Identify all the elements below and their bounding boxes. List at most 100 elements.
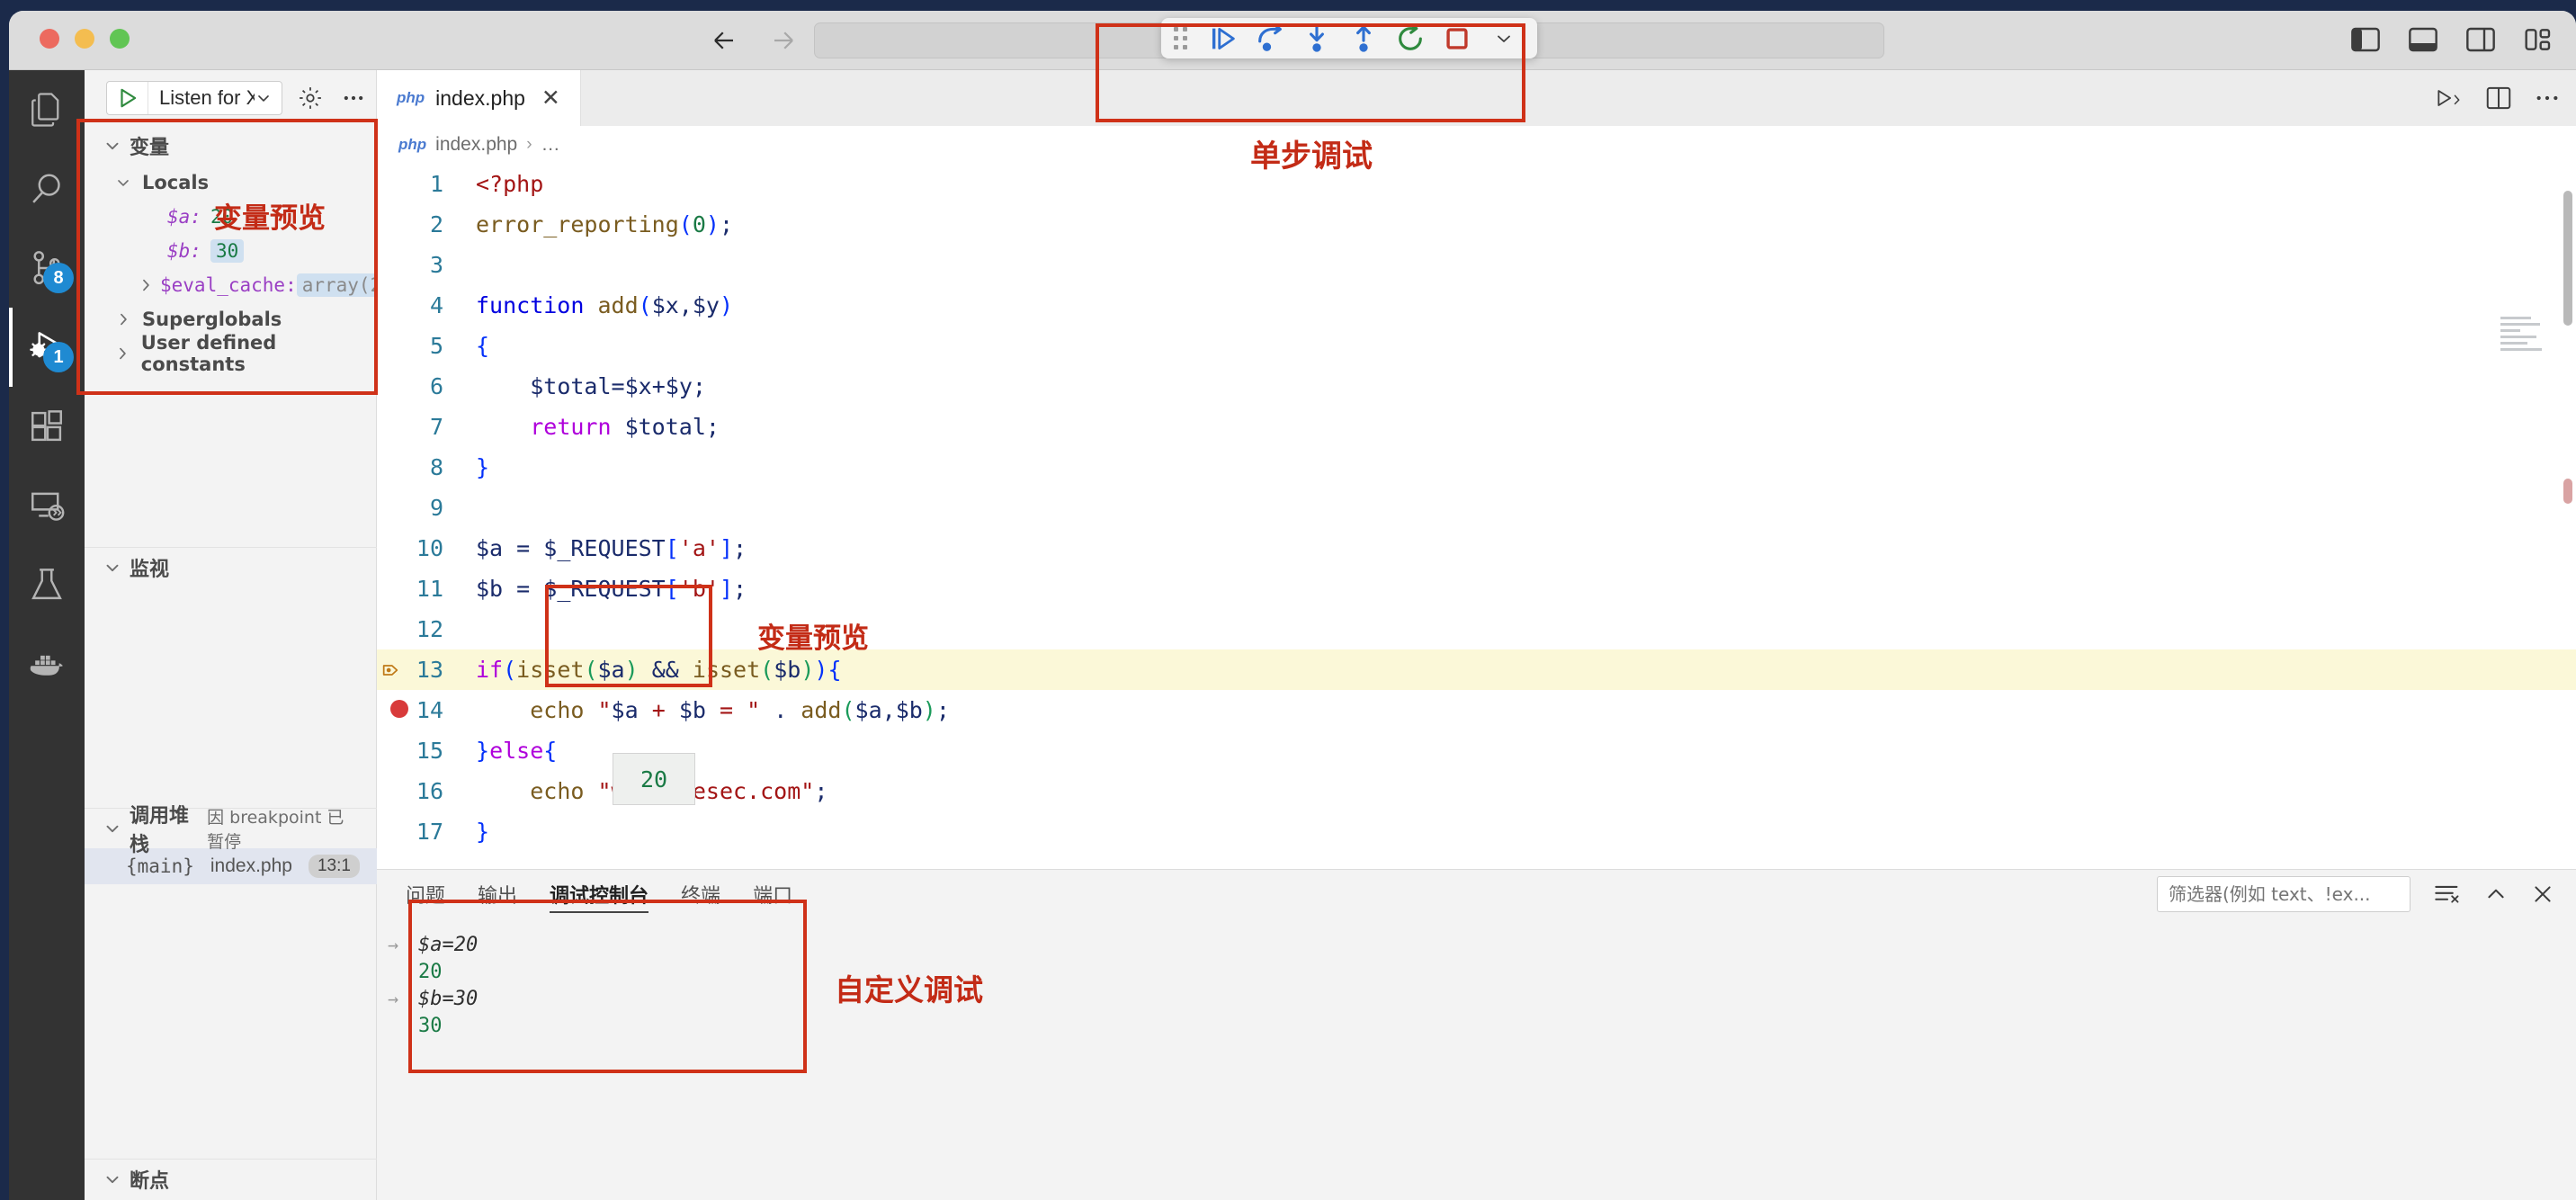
- customize-layout-icon[interactable]: [2524, 27, 2553, 52]
- chevron-right-icon: [112, 345, 134, 363]
- panel-tab-debug-console[interactable]: 调试控制台: [550, 870, 649, 918]
- code-line[interactable]: 5{: [377, 326, 2576, 366]
- scope-label-locals: Locals: [142, 172, 210, 193]
- debug-toolbar[interactable]: [1161, 18, 1537, 58]
- ellipsis-icon[interactable]: [338, 83, 369, 113]
- variable-row-eval-cache[interactable]: $eval_cache: array(2): [85, 268, 398, 302]
- line-number: 6: [429, 373, 443, 399]
- debug-more-actions-icon[interactable]: [1483, 22, 1525, 56]
- traffic-lights: [40, 29, 130, 49]
- breadcrumb-file[interactable]: index.php: [435, 134, 517, 156]
- line-number: 17: [416, 819, 443, 845]
- code-line[interactable]: 6 $total=$x+$y;: [377, 366, 2576, 407]
- panel-tab-output[interactable]: 输出: [478, 870, 517, 918]
- navigation-arrows: [711, 27, 797, 54]
- watch-section-header[interactable]: 监视: [85, 548, 377, 587]
- variables-scope-user-defined-constants[interactable]: User defined constants: [85, 332, 376, 375]
- editor-tab-index-php[interactable]: php index.php ✕: [377, 70, 581, 126]
- run-php-icon[interactable]: [2434, 86, 2463, 110]
- launch-configuration-select[interactable]: Listen for X(: [106, 81, 282, 115]
- breakpoints-title: 断点: [130, 1170, 170, 1193]
- line-number: 9: [429, 495, 443, 521]
- sidebar-item-docker[interactable]: [9, 624, 85, 703]
- breadcrumb-separator: ›: [526, 135, 532, 154]
- code-line[interactable]: 2 error_reporting(0);: [377, 204, 2576, 245]
- drag-handle-icon[interactable]: [1174, 26, 1194, 50]
- step-over-button[interactable]: [1249, 22, 1291, 56]
- variables-section-header[interactable]: 变量: [85, 126, 376, 166]
- close-panel-icon[interactable]: [2531, 882, 2554, 906]
- files-icon: [28, 91, 66, 129]
- sidebar-item-run-and-debug[interactable]: 1: [9, 308, 85, 387]
- step-into-button[interactable]: [1296, 22, 1337, 56]
- code-line[interactable]: 17}: [377, 811, 2576, 852]
- continue-button[interactable]: [1203, 22, 1244, 56]
- sidebar-item-search[interactable]: [9, 149, 85, 228]
- toggle-secondary-sidebar-icon[interactable]: [2466, 27, 2495, 52]
- code-line-text: }: [476, 819, 490, 845]
- chevron-down-icon[interactable]: [255, 89, 282, 107]
- code-line-text: }: [476, 454, 490, 480]
- sidebar-item-testing[interactable]: [9, 545, 85, 624]
- panel-tab-terminal[interactable]: 终端: [681, 870, 720, 918]
- code-line[interactable]: 14 echo "$a + $b = " . add($a,$b);: [377, 690, 2576, 730]
- breadcrumb-symbol[interactable]: …: [541, 134, 560, 156]
- start-debugging-icon[interactable]: [107, 82, 148, 114]
- code-line[interactable]: 7 return $total;: [377, 407, 2576, 447]
- code-line[interactable]: 3: [377, 245, 2576, 285]
- console-line: → $a=20: [377, 931, 2576, 958]
- chevron-down-icon: [103, 1169, 122, 1189]
- zoom-window-button[interactable]: [110, 29, 130, 49]
- collapse-panel-icon[interactable]: [2484, 882, 2508, 906]
- code-line[interactable]: 1 <?php: [377, 164, 2576, 204]
- code-line[interactable]: 12: [377, 609, 2576, 649]
- code-line[interactable]: 4 function add($x,$y): [377, 285, 2576, 326]
- bottom-panel: 问题 输出 调试控制台 终端 端口 筛选器(例如 text、!ex... → $…: [377, 869, 2576, 1200]
- code-editor[interactable]: 1 <?php 2 error_reporting(0); 3 4 function add…: [377, 164, 2576, 919]
- stop-button[interactable]: [1436, 22, 1478, 56]
- console-filter-input[interactable]: [2169, 883, 2399, 905]
- step-out-button[interactable]: [1343, 22, 1384, 56]
- code-line[interactable]: 8}: [377, 447, 2576, 488]
- call-stack-frame-file: index.php: [210, 855, 292, 876]
- debug-console-output[interactable]: → $a=20 20 → $b=30 30: [377, 918, 2576, 1039]
- gear-icon[interactable]: [295, 83, 326, 113]
- code-line-text: function add($x,$y): [476, 292, 734, 318]
- sidebar-item-source-control[interactable]: 8: [9, 228, 85, 308]
- restart-button[interactable]: [1390, 22, 1431, 56]
- panel-tab-bar: 问题 输出 调试控制台 终端 端口: [377, 870, 2576, 918]
- code-line[interactable]: 13 if(isset($a) && isset($b)){: [377, 649, 2576, 690]
- code-line[interactable]: 10 $a = $_REQUEST['a'];: [377, 528, 2576, 569]
- go-back-icon[interactable]: [711, 27, 738, 54]
- minimap[interactable]: [2500, 317, 2544, 363]
- code-line[interactable]: 16 echo "www.qwesec.com";: [377, 771, 2576, 811]
- chevron-down-icon: [103, 558, 122, 578]
- minimize-window-button[interactable]: [75, 29, 94, 49]
- sidebar-item-explorer[interactable]: [9, 70, 85, 149]
- console-filter-box[interactable]: [2157, 876, 2411, 912]
- go-forward-icon[interactable]: [770, 27, 797, 54]
- breakpoints-section-header[interactable]: 断点: [85, 1160, 377, 1199]
- code-line[interactable]: 9: [377, 488, 2576, 528]
- toggle-panel-icon[interactable]: [2409, 27, 2437, 52]
- call-stack-section-header[interactable]: 调用堆栈 因 breakpoint 已暂停: [85, 805, 377, 856]
- code-line[interactable]: 15}else{: [377, 730, 2576, 771]
- close-window-button[interactable]: [40, 29, 59, 49]
- console-input-arrow-icon: →: [387, 934, 399, 955]
- code-line[interactable]: 11 $b = $_REQUEST['b'];: [377, 569, 2576, 609]
- sidebar-item-remote-explorer[interactable]: [9, 466, 85, 545]
- split-editor-icon[interactable]: [2486, 86, 2511, 110]
- clear-console-icon[interactable]: [2434, 882, 2461, 906]
- panel-tab-ports[interactable]: 端口: [753, 870, 792, 918]
- call-stack-frame[interactable]: {main} index.php 13:1: [85, 848, 377, 884]
- call-stack-frame-function: {main}: [126, 855, 194, 877]
- variable-row-b[interactable]: $b: 30: [85, 234, 376, 268]
- close-icon[interactable]: ✕: [541, 85, 560, 112]
- current-execution-pointer-icon: [380, 660, 418, 680]
- editor-scrollbar-secondary[interactable]: [2563, 479, 2572, 504]
- sidebar-item-extensions[interactable]: [9, 387, 85, 466]
- toggle-primary-sidebar-icon[interactable]: [2351, 27, 2380, 52]
- editor-scrollbar[interactable]: [2563, 191, 2572, 326]
- more-actions-icon[interactable]: [2535, 86, 2560, 110]
- panel-tab-problems[interactable]: 问题: [406, 870, 445, 918]
